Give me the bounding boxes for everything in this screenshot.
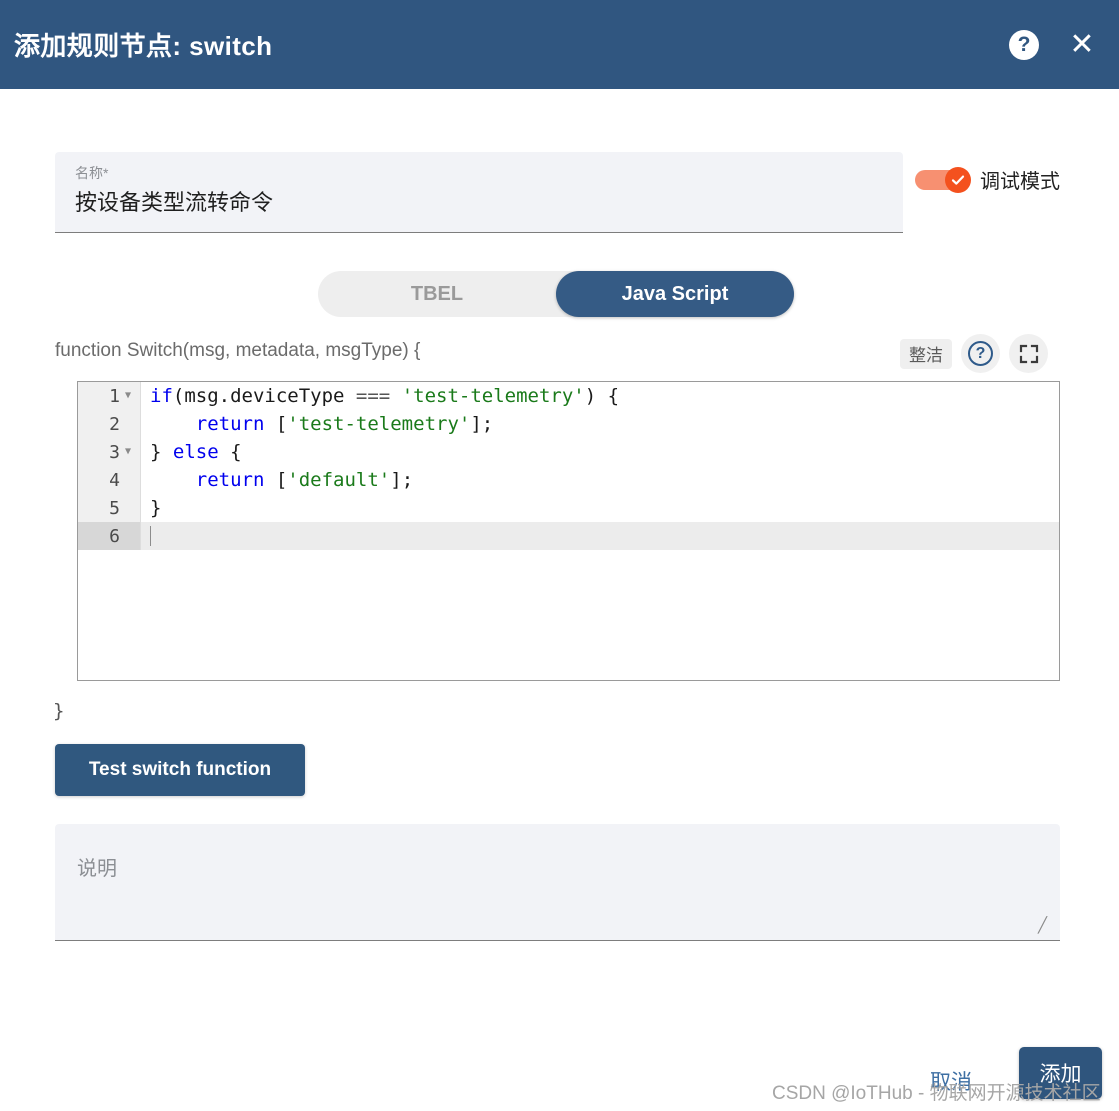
code-line[interactable]: 5▼} <box>78 494 1059 522</box>
debug-mode-toggle-group: 调试模式 <box>915 165 1060 194</box>
line-number: 3 <box>109 441 120 463</box>
line-number: 5 <box>109 497 120 519</box>
code-line[interactable]: 1 ▼ if(msg.deviceType === 'test-telemetry'… <box>78 382 1059 410</box>
code-token-def: [ <box>264 469 288 491</box>
tab-tbel[interactable]: TBEL <box>318 271 556 317</box>
fold-triangle-icon[interactable]: ▼ <box>122 438 134 466</box>
tidy-format-button[interactable]: 整洁 <box>900 338 952 369</box>
check-icon <box>951 175 965 185</box>
code-text: } <box>141 494 161 522</box>
code-token-str: 'test-telemetry' <box>287 413 471 435</box>
line-number-gutter: 5▼ <box>78 494 141 522</box>
code-token-def: [ <box>264 413 288 435</box>
line-number: 2 <box>109 413 120 435</box>
dialog-header: 添加规则节点: switch ? ✕ <box>0 0 1119 89</box>
header-actions: ? ✕ <box>1009 29 1097 60</box>
help-icon[interactable]: ? <box>1009 29 1039 60</box>
code-token-def: ) { <box>584 385 620 407</box>
code-text <box>141 522 151 550</box>
script-language-toggle: TBEL Java Script <box>318 271 794 317</box>
editor-help-button[interactable]: ? <box>961 334 1000 373</box>
code-text: if(msg.deviceType === 'test-telemetry') … <box>141 382 619 410</box>
add-rule-node-dialog: 添加规则节点: switch ? ✕ 名称* 按设备类型流转命令 调试模式 TB… <box>0 0 1119 1111</box>
description-textarea[interactable]: 说明 ╱ <box>55 824 1060 941</box>
add-button[interactable]: 添加 <box>1019 1047 1102 1099</box>
code-token-def: { <box>218 441 242 463</box>
code-token-def: ]; <box>390 469 414 491</box>
line-number-gutter: 1 ▼ <box>78 382 141 410</box>
code-token-kw: return <box>195 413 265 435</box>
code-token-kw: return <box>195 469 265 491</box>
line-number-gutter: 4▼ <box>78 466 141 494</box>
editor-empty-space[interactable] <box>78 550 1059 680</box>
code-line[interactable]: 2▼ return ['test-telemetry']; <box>78 410 1059 438</box>
name-row: 名称* 按设备类型流转命令 调试模式 <box>0 152 1119 236</box>
code-token-op: === <box>355 385 391 407</box>
close-icon[interactable]: ✕ <box>1067 29 1097 60</box>
function-signature: function Switch(msg, metadata, msgType) … <box>55 340 421 361</box>
line-number: 4 <box>109 469 120 491</box>
test-switch-function-button[interactable]: Test switch function <box>55 744 305 796</box>
line-number: 1 <box>109 385 120 407</box>
code-line[interactable]: 4▼ return ['default']; <box>78 466 1059 494</box>
line-number: 6 <box>109 525 120 547</box>
fullscreen-button[interactable] <box>1009 334 1048 373</box>
code-line[interactable]: 3 ▼} else { <box>78 438 1059 466</box>
code-text: return ['default']; <box>141 466 413 494</box>
code-text: } else { <box>141 438 242 466</box>
fullscreen-expand-icon <box>1019 344 1038 363</box>
line-number-gutter: 3 ▼ <box>78 438 141 466</box>
toggle-thumb <box>945 166 971 193</box>
function-closing-brace: } <box>53 700 65 722</box>
line-number-gutter: 2▼ <box>78 410 141 438</box>
fold-triangle-icon[interactable]: ▼ <box>122 382 134 410</box>
rule-node-name-input[interactable]: 名称* 按设备类型流转命令 <box>55 152 903 233</box>
code-token-kw: if <box>150 385 173 407</box>
code-token-str: 'default' <box>287 469 391 491</box>
code-token-def: } <box>150 441 173 463</box>
code-token-def: (msg.deviceType <box>172 385 356 407</box>
name-field-label: 名称* <box>75 165 109 181</box>
code-line[interactable]: 6▼ <box>78 522 1059 550</box>
line-number-gutter: 6▼ <box>78 522 141 550</box>
debug-mode-label: 调试模式 <box>980 171 1060 193</box>
text-caret <box>150 526 151 546</box>
description-placeholder: 说明 <box>77 858 117 880</box>
code-lines: 1 ▼ if(msg.deviceType === 'test-telemetry'… <box>78 382 1059 550</box>
code-token-kw: else <box>172 441 219 463</box>
code-text: return ['test-telemetry']; <box>141 410 493 438</box>
code-token-def: ]; <box>470 413 494 435</box>
code-token-def <box>150 469 196 491</box>
resize-handle-icon[interactable]: ╱ <box>1038 918 1054 934</box>
code-token-def <box>150 413 196 435</box>
javascript-code-editor[interactable]: 1 ▼ if(msg.deviceType === 'test-telemetry'… <box>77 381 1060 681</box>
code-token-def: } <box>150 497 162 519</box>
function-signature-row: function Switch(msg, metadata, msgType) … <box>0 334 1119 373</box>
cancel-button[interactable]: 取消 <box>920 1060 982 1102</box>
debug-mode-toggle[interactable] <box>915 166 971 193</box>
dialog-title: 添加规则节点: switch <box>14 31 273 61</box>
name-field-value: 按设备类型流转命令 <box>75 190 274 215</box>
tab-javascript[interactable]: Java Script <box>556 271 794 317</box>
editor-toolbar: 整洁 ? <box>900 334 1048 373</box>
code-token-def <box>390 385 401 407</box>
help-circle-icon: ? <box>968 341 993 366</box>
dialog-footer: 取消 添加 <box>0 1046 1119 1111</box>
code-token-str: 'test-telemetry' <box>401 385 585 407</box>
